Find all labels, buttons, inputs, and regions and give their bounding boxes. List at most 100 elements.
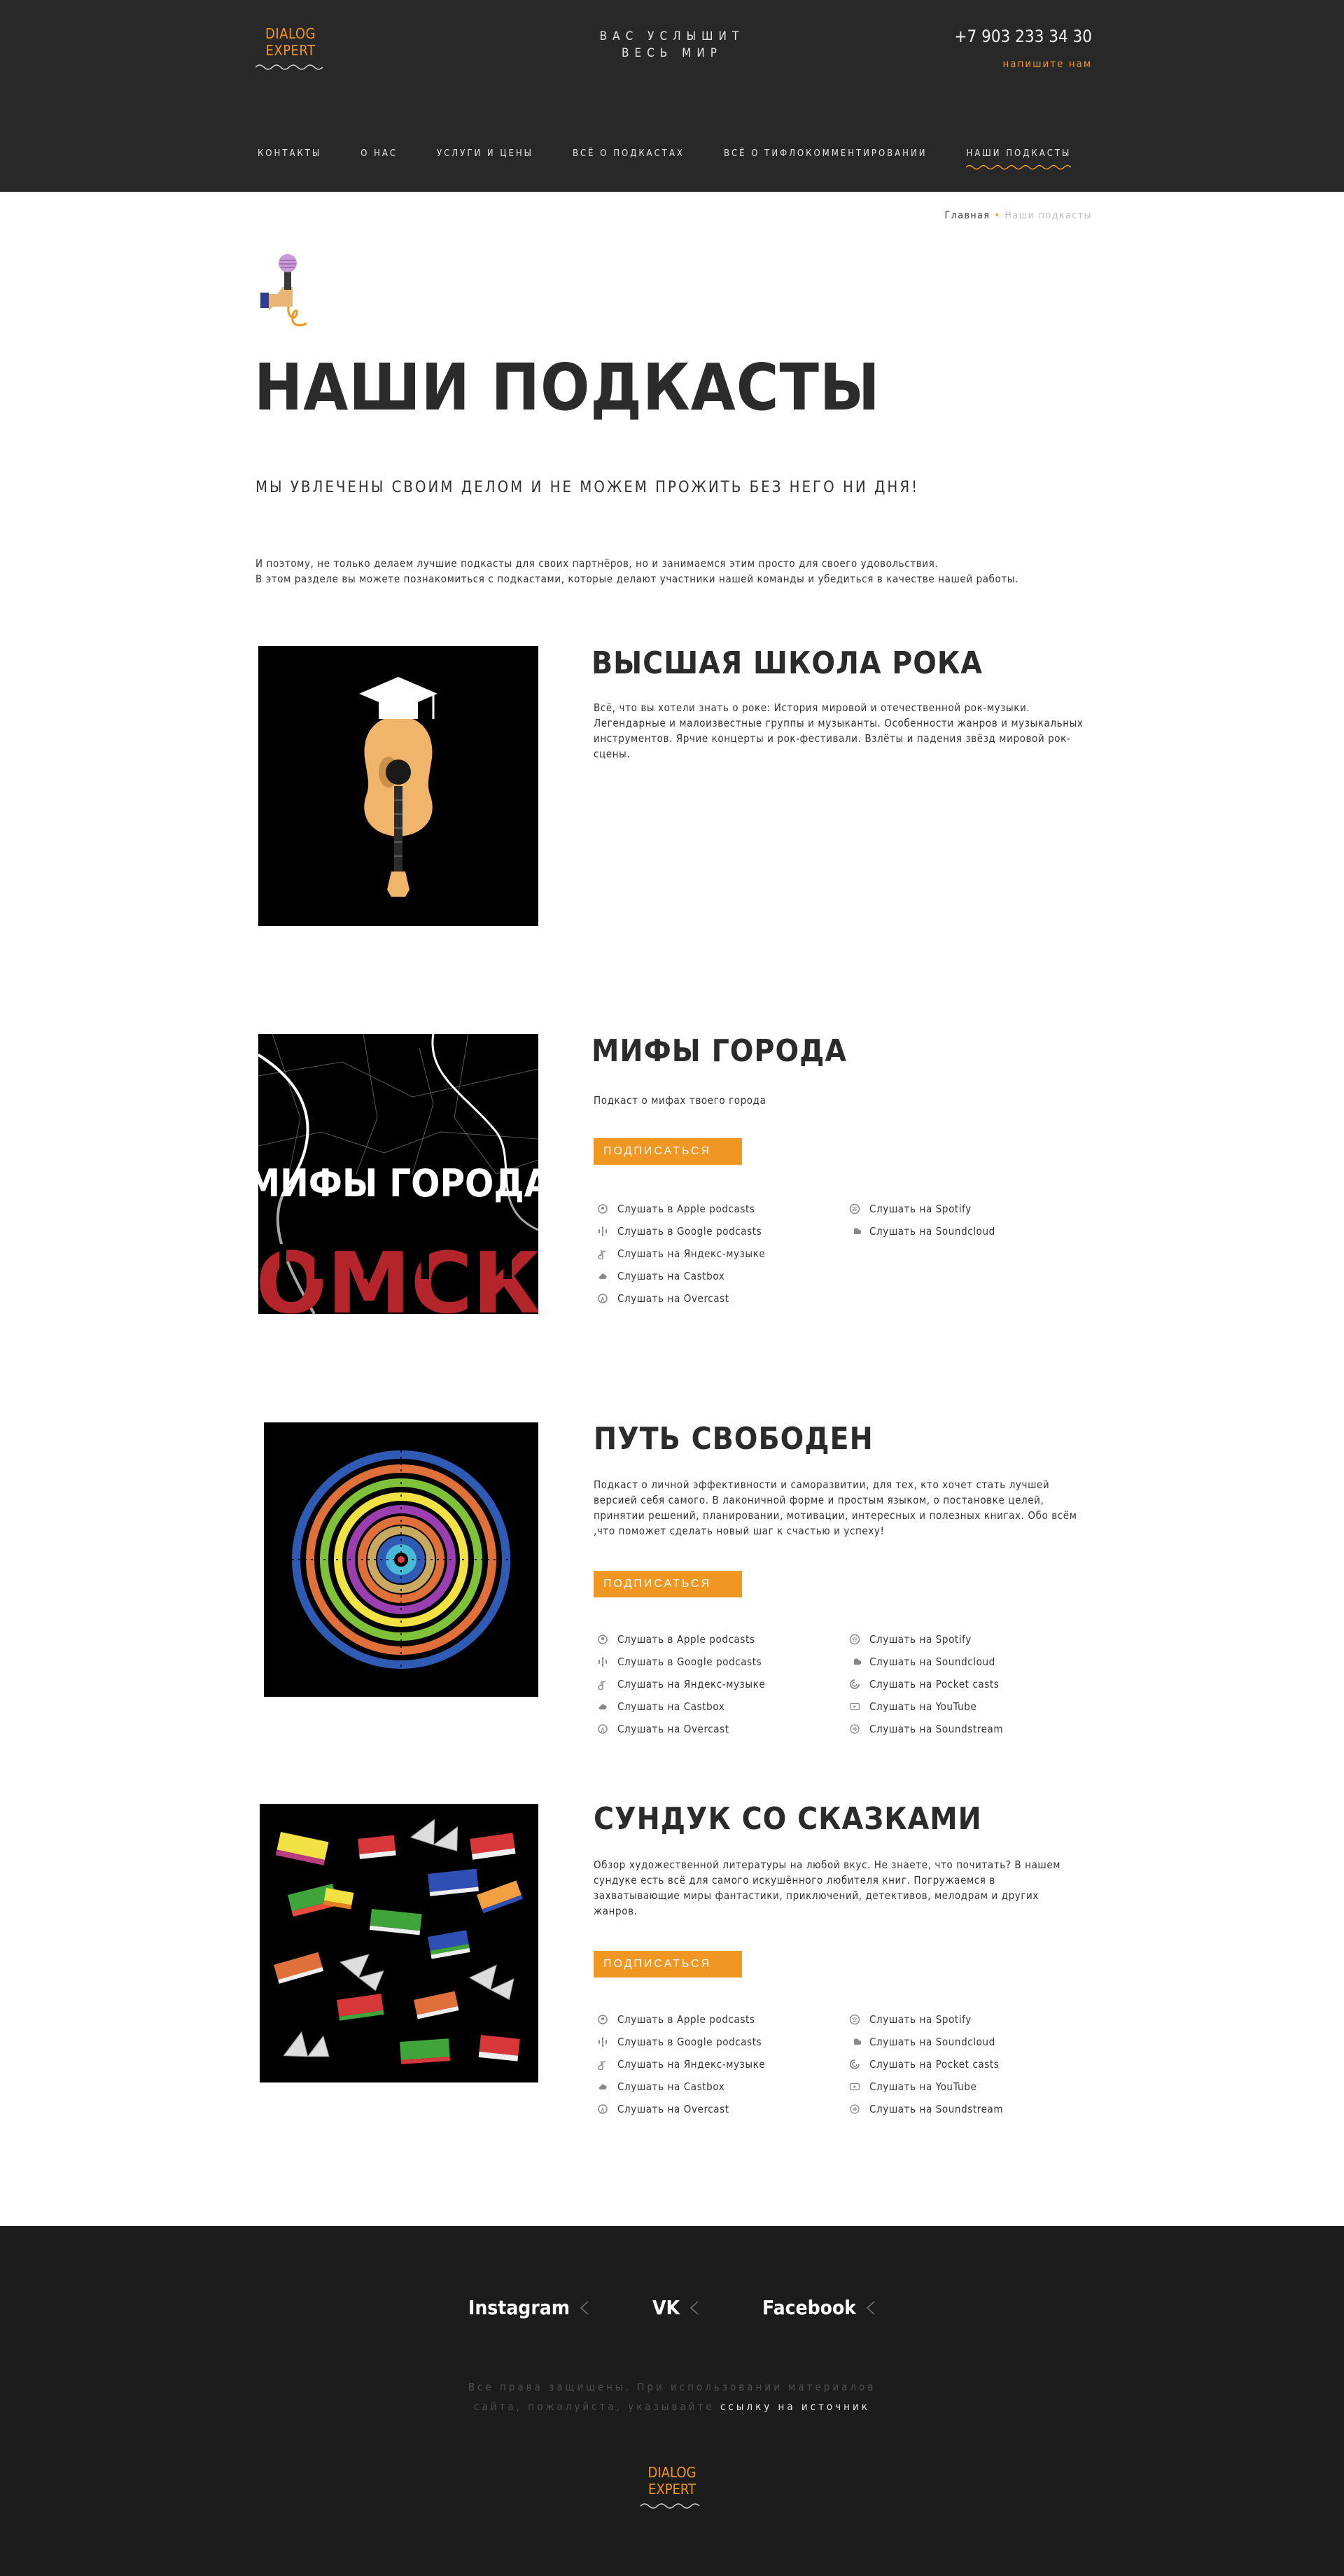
listen-soundcloud[interactable]: Слушать на Soundcloud xyxy=(848,1224,1058,1239)
chevron-left-icon xyxy=(580,2300,589,2315)
logo-line1: DIALOG xyxy=(265,25,316,42)
podcast-name: ПУТЬ СВОБОДЕН xyxy=(594,1421,874,1457)
nav-about[interactable]: О НАС xyxy=(360,148,398,159)
spotify-icon xyxy=(848,1203,861,1215)
listen-overcast[interactable]: Слушать на Overcast xyxy=(596,2101,848,2117)
youtube-icon xyxy=(848,1700,861,1713)
spotify-icon xyxy=(848,1633,861,1646)
listen-links: Слушать в Apple podcasts Слушать в Googl… xyxy=(596,1632,1058,1737)
listen-pocket-casts[interactable]: Слушать на Pocket casts xyxy=(848,1676,1058,1692)
nav-our-podcasts-label: НАШИ ПОДКАСТЫ xyxy=(966,148,1072,159)
footer-logo-line1: DIALOG xyxy=(648,2464,696,2481)
listen-yandex-music[interactable]: Слушать на Яндекс-музыке xyxy=(596,1246,848,1261)
listen-spotify[interactable]: Слушать на Spotify xyxy=(848,1201,1058,1217)
breadcrumb-separator: • xyxy=(994,210,1001,221)
listen-soundcloud[interactable]: Слушать на Soundcloud xyxy=(848,1654,1058,1670)
soundcloud-icon xyxy=(848,1656,861,1668)
listen-castbox[interactable]: Слушать на Castbox xyxy=(596,1268,848,1284)
podcast-description: Подкаст о мифах твоего города xyxy=(594,1094,766,1107)
listen-apple-podcasts[interactable]: Слушать в Apple podcasts xyxy=(596,1201,848,1217)
intro-line-2: В этом разделе вы можете познакомиться с… xyxy=(255,573,1018,585)
nav-services[interactable]: УСЛУГИ И ЦЕНЫ xyxy=(437,148,533,159)
listen-soundcloud[interactable]: Слушать на Soundcloud xyxy=(848,2034,1058,2050)
breadcrumb-home[interactable]: Главная xyxy=(945,210,990,221)
microphone-hand-icon xyxy=(260,254,307,327)
listen-soundstream[interactable]: Слушать на Soundstream xyxy=(848,2101,1058,2117)
copyright-line2: сайта, пожалуйста, указывайте ссылку на … xyxy=(474,2400,870,2413)
podcast-name: МИФЫ ГОРОДА xyxy=(592,1033,847,1069)
yandex-music-icon xyxy=(596,2058,609,2071)
listen-pocket-casts[interactable]: Слушать на Pocket casts xyxy=(848,2057,1058,2072)
pocket-casts-icon xyxy=(848,1678,861,1690)
apple-podcasts-icon xyxy=(596,1203,609,1215)
subscribe-button[interactable]: ПОДПИСАТЬСЯ xyxy=(594,1571,742,1597)
yandex-music-icon xyxy=(596,1247,609,1260)
intro-line-1: И поэтому, не только делаем лучшие подка… xyxy=(255,557,939,570)
active-wave-icon xyxy=(966,164,1072,170)
overcast-icon xyxy=(596,2103,609,2115)
listen-castbox[interactable]: Слушать на Castbox xyxy=(596,2079,848,2094)
youtube-icon xyxy=(848,2080,861,2093)
subscribe-button[interactable]: ПОДПИСАТЬСЯ xyxy=(594,1951,742,1977)
nav-about-podcasts[interactable]: ВСЁ О ПОДКАСТАХ xyxy=(573,148,685,159)
pocket-casts-icon xyxy=(848,2058,861,2071)
social-facebook[interactable]: Facebook xyxy=(762,2296,876,2319)
social-instagram[interactable]: Instagram xyxy=(468,2296,589,2319)
page: DIALOG EXPERT ВАС УСЛЫШИТ ВЕСЬ МИР +7 90… xyxy=(0,0,1344,2576)
overcast-icon xyxy=(596,1292,609,1305)
tagline: ВАС УСЛЫШИТ ВЕСЬ МИР xyxy=(581,28,763,62)
footer-logo-line2: EXPERT xyxy=(648,2481,696,2498)
social-vk[interactable]: VK xyxy=(652,2296,699,2319)
target-rings-icon xyxy=(292,1450,510,1669)
listen-apple-podcasts[interactable]: Слушать в Apple podcasts xyxy=(596,1632,848,1647)
logo[interactable]: DIALOG EXPERT xyxy=(255,25,326,71)
listen-links: Слушать в Apple podcasts Слушать в Googl… xyxy=(596,2012,1058,2117)
listen-overcast[interactable]: Слушать на Overcast xyxy=(596,1721,848,1737)
source-link[interactable]: ссылку на источник xyxy=(720,2400,870,2413)
listen-google-podcasts[interactable]: Слушать в Google podcasts xyxy=(596,2034,848,2050)
cover-fairy-chest[interactable] xyxy=(260,1804,538,2082)
nav-contacts[interactable]: КОНТАКТЫ xyxy=(258,148,321,159)
listen-soundstream[interactable]: Слушать на Soundstream xyxy=(848,1721,1058,1737)
listen-overcast[interactable]: Слушать на Overcast xyxy=(596,1291,848,1306)
phone-link[interactable]: +7 903 233 34 30 xyxy=(954,27,1092,46)
logo-wave-icon xyxy=(255,64,323,70)
page-slogan: МЫ УВЛЕЧЕНЫ СВОИМ ДЕЛОМ И НЕ МОЖЕМ ПРОЖИ… xyxy=(255,479,919,496)
listen-yandex-music[interactable]: Слушать на Яндекс-музыке xyxy=(596,1676,848,1692)
cover-rock-school[interactable] xyxy=(258,646,538,926)
listen-google-podcasts[interactable]: Слушать в Google podcasts xyxy=(596,1224,848,1239)
listen-yandex-music[interactable]: Слушать на Яндекс-музыке xyxy=(596,2057,848,2072)
social-links: Instagram VK Facebook xyxy=(0,2296,1344,2319)
listen-castbox[interactable]: Слушать на Castbox xyxy=(596,1699,848,1714)
nav-audio-description[interactable]: ВСЁ О ТИФЛОКОММЕНТИРОВАНИИ xyxy=(724,148,927,159)
cover-city-myths[interactable]: ОМСК МИФЫ ГОРОДА xyxy=(258,1034,538,1314)
cover-path-free[interactable] xyxy=(264,1422,538,1697)
site-footer: Instagram VK Facebook Все права защищены… xyxy=(0,2226,1344,2576)
castbox-icon xyxy=(596,2080,609,2093)
podcast-description: Всё, что вы хотели знать о роке: История… xyxy=(594,701,1084,760)
google-podcasts-icon xyxy=(596,1225,609,1238)
listen-youtube[interactable]: Слушать на YouTube xyxy=(848,1699,1058,1714)
listen-google-podcasts[interactable]: Слушать в Google podcasts xyxy=(596,1654,848,1670)
yandex-music-icon xyxy=(596,1678,609,1690)
guitar-graduation-icon xyxy=(359,677,438,897)
city-map-cover-icon: ОМСК МИФЫ ГОРОДА xyxy=(258,1034,538,1314)
podcast-description: Подкаст о личной эффективности и самораз… xyxy=(594,1478,1077,1537)
subscribe-button[interactable]: ПОДПИСАТЬСЯ xyxy=(594,1138,742,1165)
chevron-left-icon xyxy=(866,2300,875,2315)
site-header: DIALOG EXPERT ВАС УСЛЫШИТ ВЕСЬ МИР +7 90… xyxy=(0,0,1344,192)
footer-logo[interactable]: DIALOG EXPERT xyxy=(637,2464,707,2510)
flying-books-icon xyxy=(274,1819,523,2064)
soundstream-icon xyxy=(848,1723,861,1735)
listen-spotify[interactable]: Слушать на Spotify xyxy=(848,2012,1058,2027)
listen-youtube[interactable]: Слушать на YouTube xyxy=(848,2079,1058,2094)
write-us-link[interactable]: напишите нам xyxy=(1002,57,1092,70)
listen-spotify[interactable]: Слушать на Spotify xyxy=(848,1632,1058,1647)
logo-line2: EXPERT xyxy=(265,42,316,59)
page-intro: И поэтому, не только делаем лучшие подка… xyxy=(255,556,1018,587)
listen-apple-podcasts[interactable]: Слушать в Apple podcasts xyxy=(596,2012,848,2027)
nav-our-podcasts[interactable]: НАШИ ПОДКАСТЫ xyxy=(966,148,1072,170)
tagline-line2: ВЕСЬ МИР xyxy=(621,46,723,60)
listen-links: Слушать в Apple podcasts Слушать в Googl… xyxy=(596,1201,1058,1306)
copyright: Все права защищены. При использовании ма… xyxy=(392,2377,952,2416)
